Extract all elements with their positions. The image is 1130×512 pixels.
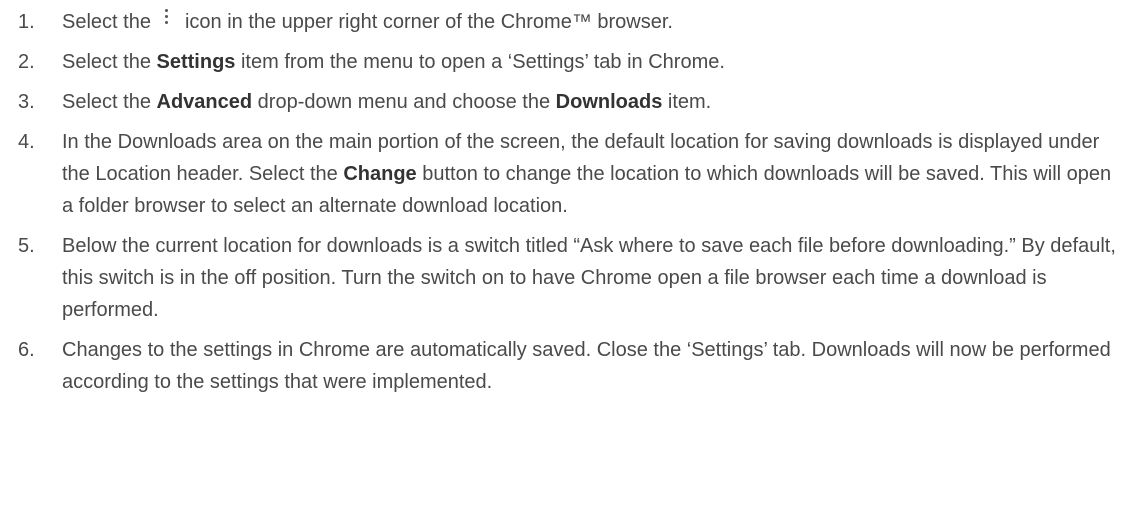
step-keyword-advanced: Advanced: [156, 91, 253, 113]
list-item-step-1: 1. Select the icon in the upper right cor…: [0, 6, 1130, 38]
step-number: 2.: [18, 51, 35, 73]
list-item-step-6: 6. Changes to the settings in Chrome are…: [0, 334, 1130, 398]
step-number: 6.: [18, 339, 35, 361]
step-text: Changes to the settings in Chrome are au…: [62, 339, 1111, 393]
step-text-after: item.: [662, 91, 712, 113]
instruction-list: 1. Select the icon in the upper right cor…: [0, 6, 1130, 406]
step-keyword-settings: Settings: [156, 51, 236, 73]
step-text-after: icon in the upper right corner of the Ch…: [184, 11, 673, 33]
step-text: Select the icon in the upper right corner…: [62, 9, 673, 33]
step-keyword-change: Change: [343, 163, 417, 185]
list-item-step-5: 5. Below the current location for downlo…: [0, 230, 1130, 326]
step-text-middle: drop-down menu and choose the: [252, 91, 556, 113]
step-text: Select the Settings item from the menu t…: [62, 51, 725, 73]
step-text-before: Select the: [62, 91, 157, 113]
step-text-before: Select the: [62, 11, 151, 33]
step-number: 5.: [18, 235, 35, 257]
step-number: 4.: [18, 131, 35, 153]
list-item-step-2: 2. Select the Settings item from the men…: [0, 46, 1130, 78]
step-number: 1.: [18, 11, 35, 33]
step-text-after: item from the menu to open a ‘Settings’ …: [235, 51, 725, 73]
step-number: 3.: [18, 91, 35, 113]
step-text: Below the current location for downloads…: [62, 235, 1116, 321]
list-item-step-3: 3. Select the Advanced drop-down menu an…: [0, 86, 1130, 118]
list-item-step-4: 4. In the Downloads area on the main por…: [0, 126, 1130, 222]
step-text: In the Downloads area on the main portio…: [62, 131, 1111, 217]
step-keyword-downloads: Downloads: [555, 91, 663, 113]
step-text-before: Select the: [62, 51, 157, 73]
step-text: Select the Advanced drop-down menu and c…: [62, 91, 711, 113]
more-vert-icon: [161, 9, 171, 33]
